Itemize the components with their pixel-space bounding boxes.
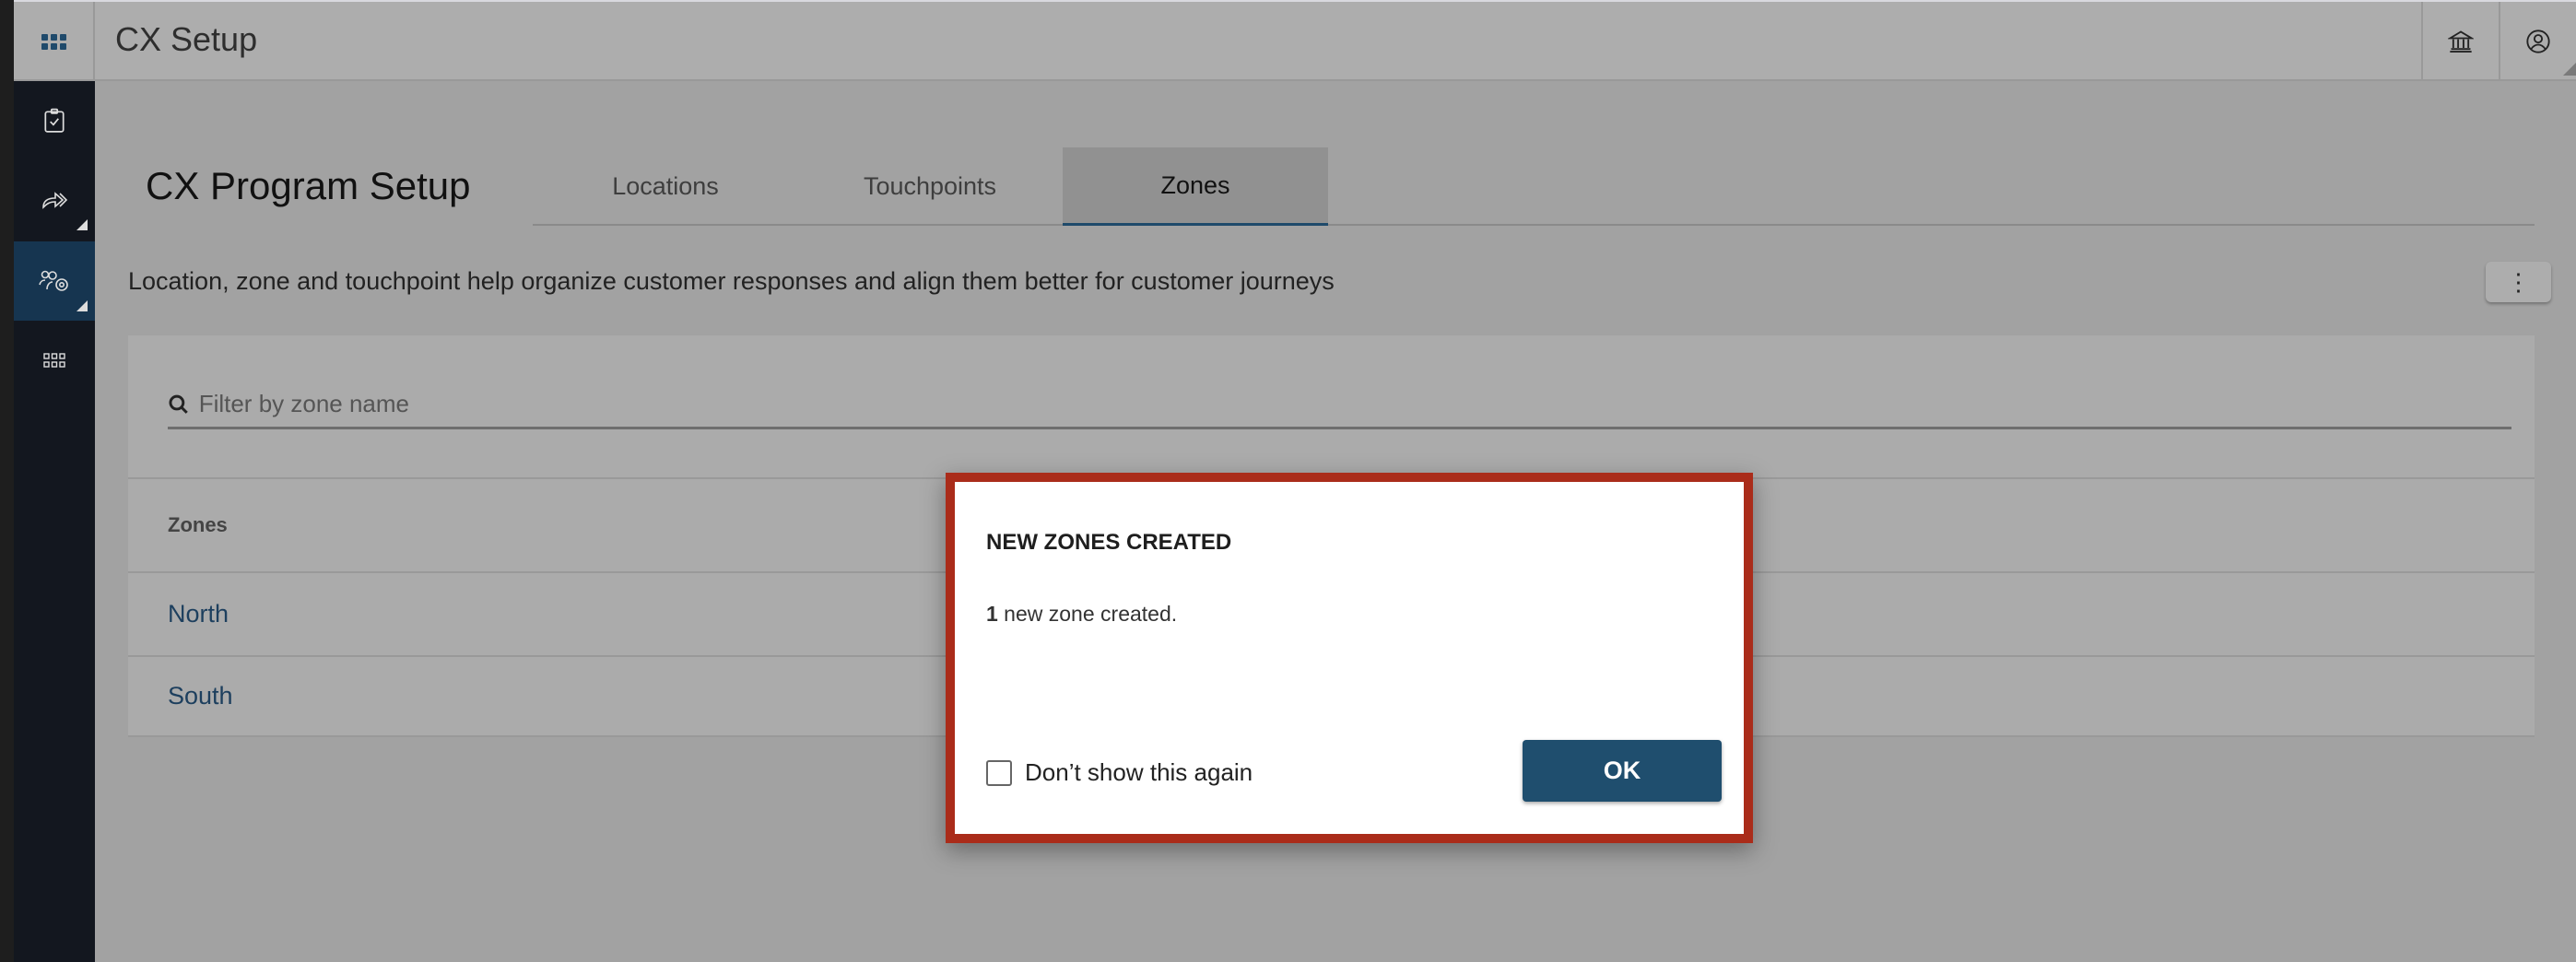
checkbox-label: Don’t show this again: [1025, 758, 1253, 786]
institution-icon: [2448, 30, 2474, 53]
tab-locations[interactable]: Locations: [533, 147, 798, 226]
page-description: Location, zone and touchpoint help organ…: [128, 267, 1335, 295]
apps-button[interactable]: [14, 2, 95, 81]
sidebar-item-distribution[interactable]: [14, 160, 95, 240]
sidebar: [14, 81, 95, 962]
dialog-message-text: new zone created.: [997, 602, 1178, 626]
filter-input[interactable]: [198, 390, 2511, 418]
tab-zones[interactable]: Zones: [1063, 147, 1328, 226]
more-options-button[interactable]: ⋮: [2486, 262, 2551, 302]
checkbox-box[interactable]: [986, 759, 1012, 786]
top-header: CX Setup: [14, 0, 2576, 81]
sidebar-item-setup[interactable]: [14, 241, 95, 321]
page-title: CX Program Setup: [146, 164, 471, 207]
ok-button[interactable]: OK: [1523, 740, 1722, 802]
zone-link-north[interactable]: North: [168, 600, 229, 628]
user-account-icon: [2526, 29, 2550, 53]
zone-count: 1: [986, 602, 998, 626]
expand-corner-icon: [76, 219, 88, 230]
sidebar-item-tasks[interactable]: [14, 81, 95, 160]
small-grid-icon: [43, 353, 65, 368]
clipboard-check-icon: [44, 108, 65, 133]
app-title: CX Setup: [115, 20, 258, 58]
dialog-message: 1 new zone created.: [986, 602, 1177, 627]
tab-touchpoints[interactable]: Touchpoints: [797, 147, 1063, 226]
more-vertical-icon: ⋮: [2506, 267, 2531, 296]
share-forward-icon: [42, 192, 68, 209]
filter-field: [168, 381, 2511, 429]
new-zones-dialog: NEW ZONES CREATED 1 new zone created. Do…: [946, 473, 1753, 843]
dont-show-again-checkbox[interactable]: Don’t show this again: [986, 758, 1253, 787]
column-header-zones[interactable]: Zones: [168, 513, 228, 537]
users-settings-icon: [39, 270, 68, 291]
expand-corner-icon: [76, 300, 88, 311]
dialog-title: NEW ZONES CREATED: [986, 530, 1232, 555]
institution-button[interactable]: [2421, 2, 2499, 81]
sidebar-item-more-apps[interactable]: [14, 321, 95, 400]
window-edge: [0, 0, 14, 962]
tab-bar: Locations Touchpoints Zones: [533, 147, 2535, 226]
apps-grid-icon: [41, 33, 66, 50]
zone-link-south[interactable]: South: [168, 682, 233, 710]
search-icon: [169, 394, 188, 414]
dropdown-corner-icon: [2563, 63, 2576, 76]
user-menu-button[interactable]: [2499, 2, 2576, 81]
